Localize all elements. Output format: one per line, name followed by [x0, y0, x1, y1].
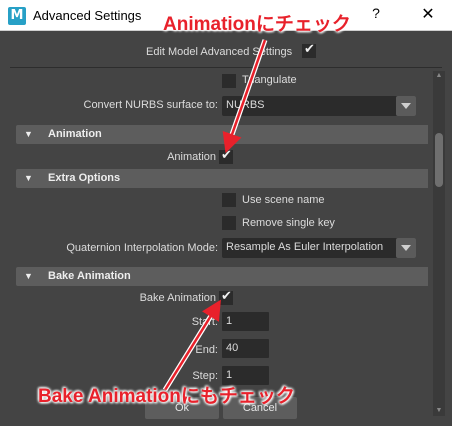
- annotation-top: Animationにチェック: [163, 14, 351, 35]
- collapse-arrow-icon: ▼: [24, 129, 33, 139]
- header-row: Edit Model Advanced Settings: [0, 31, 452, 65]
- convert-nurbs-value: NURBS: [226, 99, 265, 111]
- collapse-arrow-icon: ▼: [24, 173, 33, 183]
- edit-advanced-settings-label: Edit Model Advanced Settings: [146, 46, 293, 58]
- annotation-bottom: Bake Animationにもチェック: [38, 386, 295, 407]
- scroll-down-icon[interactable]: ▼: [433, 406, 445, 416]
- collapse-arrow-icon: ▼: [24, 271, 33, 281]
- end-label: End:: [195, 344, 218, 356]
- section-animation-title: Animation: [48, 128, 102, 140]
- triangulate-label: Triangulate: [242, 74, 297, 86]
- triangulate-checkbox[interactable]: [222, 74, 236, 88]
- start-label: Start:: [191, 316, 218, 328]
- divider: [10, 67, 442, 68]
- maya-app-icon: M: [8, 7, 26, 25]
- settings-scroll-area: Triangulate Convert NURBS surface to: NU…: [8, 71, 428, 416]
- remove-single-key-checkbox[interactable]: [222, 216, 236, 230]
- close-button[interactable]: ✕: [418, 4, 438, 24]
- convert-nurbs-dropdown[interactable]: NURBS: [222, 96, 416, 116]
- animation-checkbox[interactable]: [219, 148, 233, 164]
- chevron-down-icon: [396, 238, 416, 258]
- window-title: Advanced Settings: [33, 8, 142, 23]
- section-extra-options-title: Extra Options: [48, 172, 121, 184]
- use-scene-name-checkbox[interactable]: [222, 193, 236, 207]
- use-scene-name-label: Use scene name: [242, 194, 325, 206]
- section-bake-animation-title: Bake Animation: [48, 270, 131, 282]
- dialog-body: Edit Model Advanced Settings Triangulate…: [0, 31, 452, 426]
- quaternion-dropdown[interactable]: Resample As Euler Interpolation: [222, 238, 416, 258]
- scroll-thumb[interactable]: [435, 133, 443, 187]
- section-animation[interactable]: ▼ Animation: [16, 125, 428, 144]
- section-bake-animation[interactable]: ▼ Bake Animation: [16, 267, 428, 286]
- edit-advanced-settings-checkbox[interactable]: [302, 42, 316, 58]
- scroll-up-icon[interactable]: ▲: [433, 71, 445, 81]
- bake-animation-checkbox[interactable]: [219, 289, 233, 305]
- convert-nurbs-label: Convert NURBS surface to:: [83, 99, 219, 111]
- remove-single-key-label: Remove single key: [242, 217, 335, 229]
- help-button[interactable]: ?: [368, 5, 384, 21]
- start-field[interactable]: 1: [222, 312, 269, 331]
- animation-label: Animation: [167, 151, 216, 163]
- quaternion-value: Resample As Euler Interpolation: [226, 241, 384, 253]
- quaternion-label: Quaternion Interpolation Mode:: [66, 242, 218, 254]
- vertical-scrollbar[interactable]: ▲ ▼: [433, 71, 445, 416]
- bake-animation-label: Bake Animation: [139, 292, 216, 304]
- chevron-down-icon: [396, 96, 416, 116]
- end-field[interactable]: 40: [222, 339, 269, 358]
- section-extra-options[interactable]: ▼ Extra Options: [16, 169, 428, 188]
